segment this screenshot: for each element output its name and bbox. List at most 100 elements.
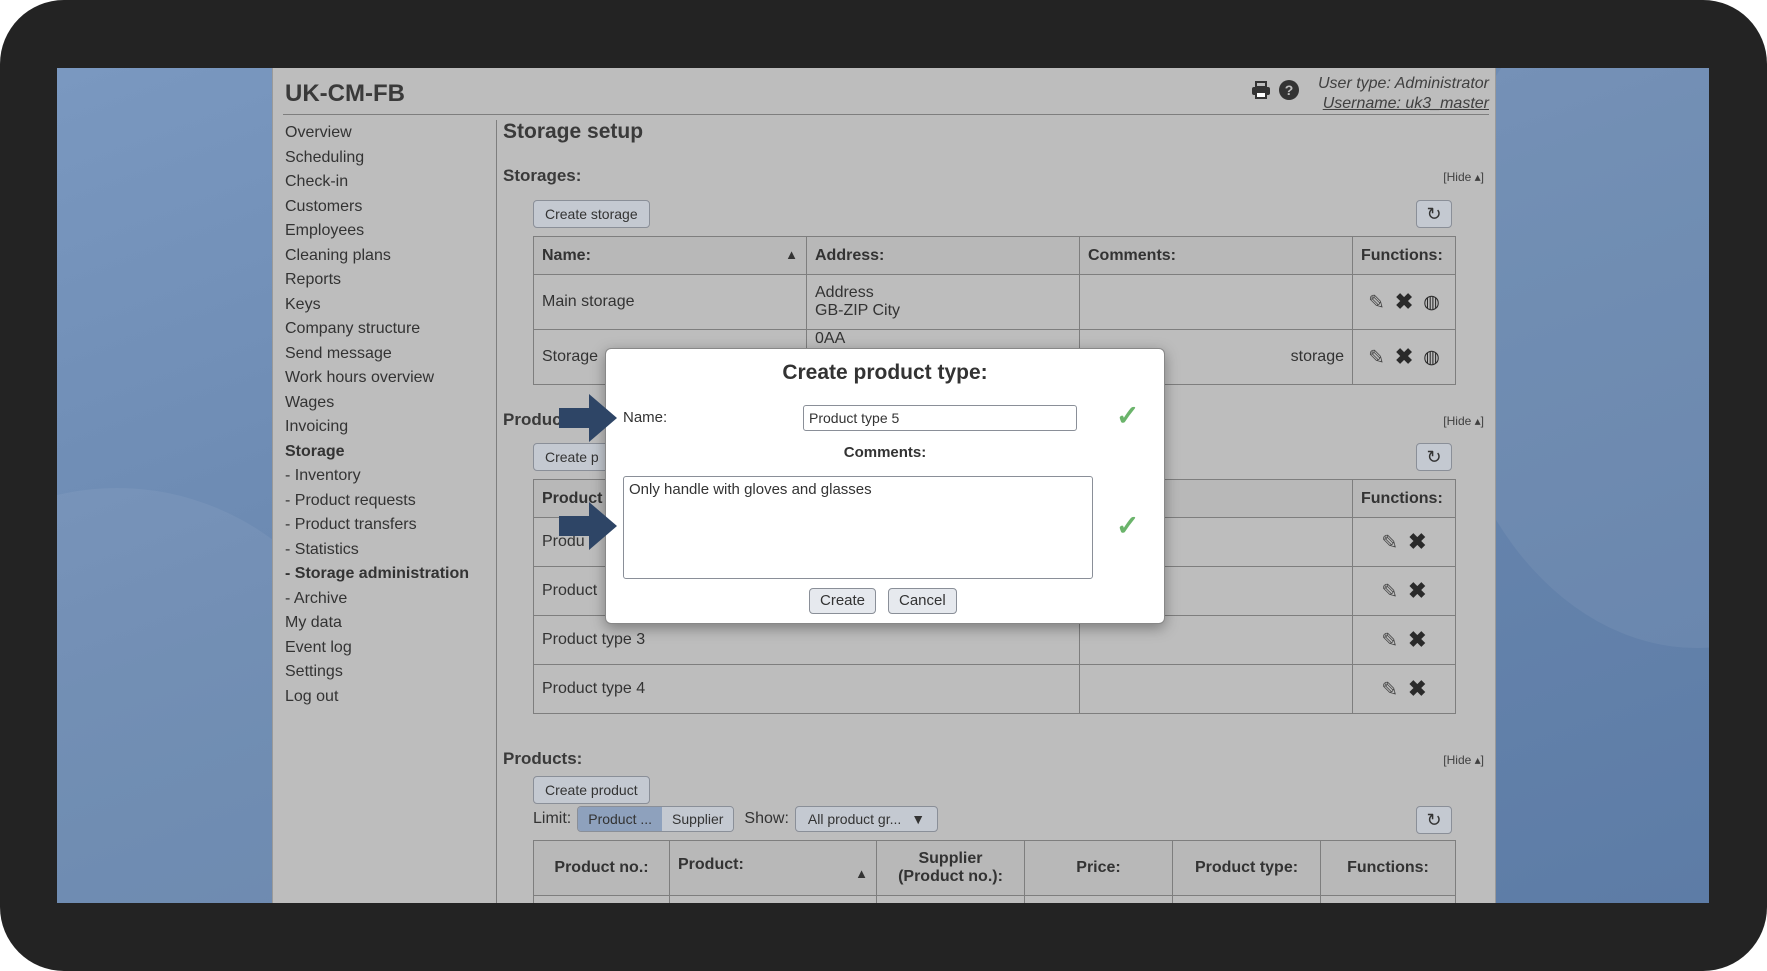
delete-icon[interactable]: ✖ (1408, 578, 1426, 604)
sidebar-item-storage-administration[interactable]: - Storage administration (285, 562, 485, 587)
edit-icon[interactable]: ✎ (1381, 579, 1398, 604)
column-header-price: Price: (1024, 840, 1173, 896)
name-input[interactable]: Product type 5 (803, 405, 1077, 431)
comments-label: Comments: (843, 444, 927, 461)
column-header-functions: Functions: (1352, 236, 1456, 275)
row-functions: ✎ ✖ (1352, 615, 1456, 665)
product-types-hide-link[interactable]: [Hide ▴] (1443, 414, 1484, 428)
sidebar-item-send-message[interactable]: Send message (285, 342, 485, 367)
limit-label: Limit: (533, 810, 572, 827)
sidebar-item-my-data[interactable]: My data (285, 611, 485, 636)
create-storage-button[interactable]: Create storage (533, 200, 650, 228)
sidebar-item-event-log[interactable]: Event log (285, 636, 485, 661)
products-refresh-icon[interactable]: ↻ (1416, 806, 1452, 834)
storages-title: Storages: (503, 166, 582, 185)
name-valid-check-icon: ✓ (1116, 400, 1140, 431)
delete-icon[interactable]: ✖ (1408, 627, 1426, 653)
table-header-row: Name: ▲ Address: Comments: Functions: (533, 236, 1456, 275)
sidebar-item-work-hours-overview[interactable]: Work hours overview (285, 366, 485, 391)
print-icon[interactable] (1251, 80, 1271, 100)
edit-icon[interactable]: ✎ (1381, 628, 1398, 653)
row-functions: ✎ ✖ (1352, 517, 1456, 567)
sidebar-item-customers[interactable]: Customers (285, 195, 485, 220)
sidebar-item-archive[interactable]: - Archive (285, 587, 485, 612)
sidebar-item-company-structure[interactable]: Company structure (285, 317, 485, 342)
limit-option-supplier[interactable]: Supplier (662, 807, 734, 831)
edit-icon[interactable]: ✎ (1368, 290, 1385, 315)
delete-icon[interactable]: ✖ (1395, 289, 1413, 315)
column-header-product[interactable]: Product: ▲ (669, 840, 877, 896)
column-header-comments: Comments: (1079, 236, 1353, 275)
name-pointer-arrow-icon (559, 394, 617, 442)
table-row (533, 895, 1456, 903)
storages-refresh-icon[interactable]: ↻ (1416, 200, 1452, 228)
sidebar-item-employees[interactable]: Employees (285, 219, 485, 244)
column-header-name[interactable]: Name: ▲ (533, 236, 807, 275)
edit-icon[interactable]: ✎ (1368, 345, 1385, 370)
delete-icon[interactable]: ✖ (1408, 529, 1426, 555)
edit-icon[interactable]: ✎ (1381, 677, 1398, 702)
limit-toggle: Product ... Supplier (577, 806, 735, 832)
product-types-title: Produc (503, 410, 562, 429)
table-header-row: Product no.: Product: ▲ Supplier (Product… (533, 840, 1456, 896)
sidebar-item-reports[interactable]: Reports (285, 268, 485, 293)
table-row: Product type 4 ✎ ✖ (533, 664, 1456, 714)
column-header-product-type: Product type: (1172, 840, 1321, 896)
sidebar-item-statistics[interactable]: - Statistics (285, 538, 485, 563)
product-types-refresh-icon[interactable]: ↻ (1416, 443, 1452, 471)
sidebar-item-storage[interactable]: Storage (285, 440, 485, 465)
column-header-product-no: Product no.: (533, 840, 670, 896)
storage-comments (1079, 274, 1353, 330)
sidebar: Overview Scheduling Check-in Customers E… (285, 121, 485, 709)
sidebar-divider (496, 120, 497, 903)
storages-hide-link[interactable]: [Hide ▴] (1443, 170, 1484, 184)
sort-up-icon: ▲ (785, 246, 798, 262)
header-divider (283, 114, 1489, 115)
comments-textarea[interactable]: Only handle with gloves and glasses (623, 476, 1093, 579)
create-product-type-button[interactable]: Create p (533, 443, 611, 471)
table-row: Main storage Address GB-ZIP City ✎ ✖ ◍ (533, 274, 1456, 330)
user-info: User type: Administrator Username: uk3_m… (1318, 74, 1489, 114)
edit-icon[interactable]: ✎ (1381, 530, 1398, 555)
limit-option-product[interactable]: Product ... (578, 807, 663, 831)
sidebar-item-invoicing[interactable]: Invoicing (285, 415, 485, 440)
sidebar-item-product-transfers[interactable]: - Product transfers (285, 513, 485, 538)
sidebar-item-keys[interactable]: Keys (285, 293, 485, 318)
product-group-select[interactable]: All product gr... ▼ (794, 806, 939, 832)
top-icons: ? (1251, 80, 1299, 100)
column-header-supplier: Supplier (Product no.): (876, 840, 1025, 896)
globe-icon[interactable]: ◍ (1423, 291, 1440, 314)
row-functions: ✎ ✖ (1352, 566, 1456, 616)
column-header-address: Address: (806, 236, 1080, 275)
help-icon[interactable]: ? (1279, 80, 1299, 100)
create-product-button[interactable]: Create product (533, 776, 650, 804)
chevron-down-icon: ▼ (911, 811, 926, 827)
cancel-button[interactable]: Cancel (888, 588, 957, 614)
storage-address: Address GB-ZIP City (806, 274, 1080, 330)
screen: UK-CM-FB ? User type: Administrator User… (57, 68, 1709, 903)
sidebar-item-scheduling[interactable]: Scheduling (285, 146, 485, 171)
sidebar-item-log-out[interactable]: Log out (285, 685, 485, 710)
products-title: Products: (503, 749, 583, 768)
column-header-functions: Functions: (1320, 840, 1456, 896)
sidebar-item-check-in[interactable]: Check-in (285, 170, 485, 195)
row-functions: ✎ ✖ (1352, 664, 1456, 714)
products-hide-link[interactable]: [Hide ▴] (1443, 753, 1484, 767)
globe-icon[interactable]: ◍ (1423, 346, 1440, 369)
dialog-title: Create product type: (782, 361, 988, 384)
storage-name: Main storage (533, 274, 807, 330)
delete-icon[interactable]: ✖ (1408, 676, 1426, 702)
sidebar-item-overview[interactable]: Overview (285, 121, 485, 146)
app-title: UK-CM-FB (285, 80, 405, 107)
sidebar-item-wages[interactable]: Wages (285, 391, 485, 416)
sort-up-icon: ▲ (855, 865, 868, 881)
username: Username: uk3_master (1322, 95, 1489, 112)
sidebar-item-settings[interactable]: Settings (285, 660, 485, 685)
create-button[interactable]: Create (809, 588, 877, 614)
sidebar-item-inventory[interactable]: - Inventory (285, 464, 485, 489)
sidebar-item-cleaning-plans[interactable]: Cleaning plans (285, 244, 485, 269)
sidebar-item-product-requests[interactable]: - Product requests (285, 489, 485, 514)
product-type-name: Product type 4 (533, 664, 1080, 714)
create-product-type-dialog: Create product type: Name: Product type … (605, 348, 1165, 624)
delete-icon[interactable]: ✖ (1395, 344, 1413, 370)
